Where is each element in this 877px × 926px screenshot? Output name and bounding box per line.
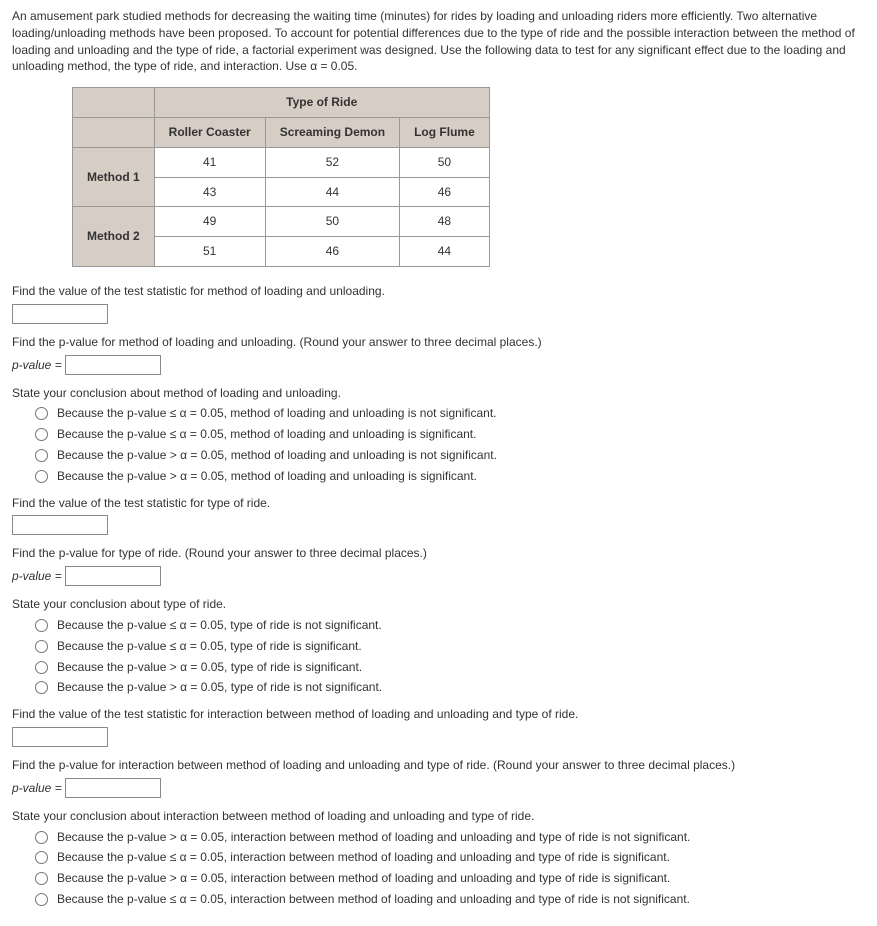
q1-pval-label: p-value = — [12, 358, 62, 372]
q2-stat-prompt: Find the value of the test statistic for… — [12, 495, 865, 512]
q2-pval-label: p-value = — [12, 569, 62, 583]
table-superheader: Type of Ride — [154, 88, 489, 118]
q1-option-label: Because the p-value > α = 0.05, method o… — [57, 468, 477, 485]
q2-pval-prompt: Find the p-value for type of ride. (Roun… — [12, 545, 865, 562]
q3-pval-input[interactable] — [65, 778, 161, 798]
q2-option-radio[interactable] — [35, 640, 48, 653]
q2-option-label: Because the p-value > α = 0.05, type of … — [57, 679, 382, 696]
table-cell: 51 — [154, 237, 265, 267]
q1-option-radio[interactable] — [35, 470, 48, 483]
q2-option-label: Because the p-value ≤ α = 0.05, type of … — [57, 617, 382, 634]
q3-stat-prompt: Find the value of the test statistic for… — [12, 706, 865, 723]
table-cell: 52 — [265, 147, 399, 177]
table-cell: 43 — [154, 177, 265, 207]
table-cell: 46 — [265, 237, 399, 267]
q3-option-radio[interactable] — [35, 851, 48, 864]
q1-option-label: Because the p-value ≤ α = 0.05, method o… — [57, 426, 476, 443]
table-cell: 50 — [265, 207, 399, 237]
q1-concl-prompt: State your conclusion about method of lo… — [12, 385, 865, 402]
table-cell: 44 — [400, 237, 490, 267]
q1-pval-input[interactable] — [65, 355, 161, 375]
q3-option-radio[interactable] — [35, 893, 48, 906]
table-cell: 44 — [265, 177, 399, 207]
q3-concl-prompt: State your conclusion about interaction … — [12, 808, 865, 825]
q2-option-label: Because the p-value > α = 0.05, type of … — [57, 659, 362, 676]
col-header: Roller Coaster — [154, 117, 265, 147]
q1-option-label: Because the p-value > α = 0.05, method o… — [57, 447, 497, 464]
problem-intro: An amusement park studied methods for de… — [12, 8, 865, 75]
table-blank — [73, 117, 155, 147]
q2-option-radio[interactable] — [35, 619, 48, 632]
data-table: Type of Ride Roller Coaster Screaming De… — [72, 87, 490, 267]
q1-option-label: Because the p-value ≤ α = 0.05, method o… — [57, 405, 496, 422]
col-header: Log Flume — [400, 117, 490, 147]
q2-concl-prompt: State your conclusion about type of ride… — [12, 596, 865, 613]
q2-option-label: Because the p-value ≤ α = 0.05, type of … — [57, 638, 362, 655]
q3-option-radio[interactable] — [35, 831, 48, 844]
q2-option-radio[interactable] — [35, 661, 48, 674]
q1-stat-input[interactable] — [12, 304, 108, 324]
table-cell: 46 — [400, 177, 490, 207]
q3-pval-label: p-value = — [12, 781, 62, 795]
q3-option-label: Because the p-value > α = 0.05, interact… — [57, 829, 690, 846]
q3-option-label: Because the p-value > α = 0.05, interact… — [57, 870, 670, 887]
q3-option-label: Because the p-value ≤ α = 0.05, interact… — [57, 849, 670, 866]
table-corner — [73, 88, 155, 118]
q3-pval-prompt: Find the p-value for interaction between… — [12, 757, 865, 774]
q3-stat-input[interactable] — [12, 727, 108, 747]
q1-option-radio[interactable] — [35, 449, 48, 462]
table-cell: 50 — [400, 147, 490, 177]
table-cell: 49 — [154, 207, 265, 237]
table-cell: 41 — [154, 147, 265, 177]
q1-stat-prompt: Find the value of the test statistic for… — [12, 283, 865, 300]
q1-pval-prompt: Find the p-value for method of loading a… — [12, 334, 865, 351]
q2-option-radio[interactable] — [35, 681, 48, 694]
table-cell: 48 — [400, 207, 490, 237]
row-header: Method 1 — [73, 147, 155, 207]
col-header: Screaming Demon — [265, 117, 399, 147]
q2-pval-input[interactable] — [65, 566, 161, 586]
q1-option-radio[interactable] — [35, 407, 48, 420]
row-header: Method 2 — [73, 207, 155, 267]
q3-option-label: Because the p-value ≤ α = 0.05, interact… — [57, 891, 690, 908]
q3-option-radio[interactable] — [35, 872, 48, 885]
q1-option-radio[interactable] — [35, 428, 48, 441]
q2-stat-input[interactable] — [12, 515, 108, 535]
